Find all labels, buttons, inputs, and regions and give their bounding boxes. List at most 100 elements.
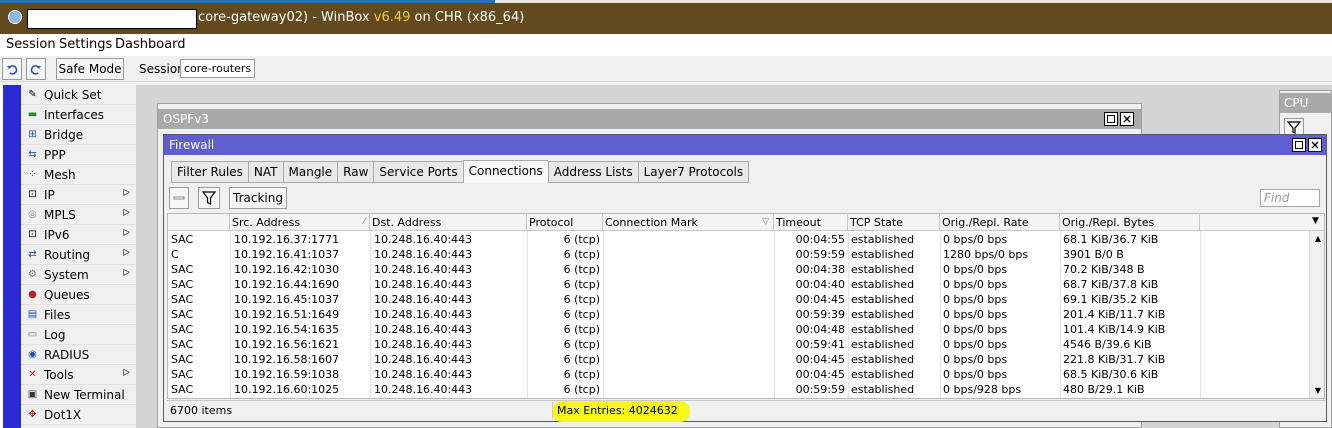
sidebar-item-ip[interactable]: ⊡ IP ᐅ [21,185,136,205]
col-orig-repl-rate[interactable]: Orig./Repl. Rate [940,214,1060,231]
sidebar-item-interfaces[interactable]: ▬ Interfaces [21,105,136,125]
terminal-icon: ▣ [27,389,38,400]
table-row[interactable]: SAC 10.192.16.56:1621 10.248.16.40:443 6 (t… [168,337,1309,352]
sidebar-item-files[interactable]: ▤ Files [21,305,136,325]
session-value[interactable]: core-routers [180,59,256,78]
tab-connections[interactable]: Connections [462,160,548,183]
ospf-restore-button[interactable] [1104,112,1118,126]
firewall-toolbar: Tracking Find [164,187,1326,211]
col-flags[interactable] [168,214,230,231]
column-menu-icon[interactable]: ▼ [1312,216,1319,226]
status-max-entries: Max Entries: 4024632 [557,404,678,417]
scroll-up-icon[interactable]: ▲ [1311,232,1324,246]
cell-protocol: 6 (tcp) [563,338,600,351]
menu-dashboard[interactable]: Dashboard [115,37,186,52]
window-title: core-gateway02) - WinBox v6.49 on CHR (x… [198,10,524,25]
vertical-scrollbar[interactable]: ▲ ▼ [1309,231,1324,398]
col-tcp-state[interactable]: TCP State [848,214,940,231]
tab-service-ports[interactable]: Service Ports [373,161,463,183]
table-row[interactable]: SAC 10.192.16.58:1607 10.248.16.40:443 6 (t… [168,352,1309,367]
redo-icon [30,65,41,75]
gear-icon: ⚙ [28,269,37,280]
sidebar-item-log[interactable]: ▭ Log [21,325,136,345]
close-icon [1123,115,1131,123]
sidebar-item-new-terminal[interactable]: ▣ New Terminal [21,385,136,405]
cell-timeout: 00:04:45 [795,368,845,381]
undo-button[interactable] [2,58,22,80]
safe-mode-button[interactable]: Safe Mode [56,58,124,80]
cell-connection-mark [606,307,770,322]
cell-dst-address: 10.248.16.40:443 [374,308,473,321]
firewall-window[interactable]: Firewall Filter Rules NAT Mangle Raw Ser… [163,134,1327,422]
sidebar-item-routing[interactable]: ⇄ Routing ᐅ [21,245,136,265]
sidebar-item-radius[interactable]: ◉ RADIUS [21,345,136,365]
sidebar-item-mpls[interactable]: ◎ MPLS ᐅ [21,205,136,225]
cell-connection-mark [606,367,770,382]
table-row[interactable]: SAC 10.192.16.42:1030 10.248.16.40:443 6 (t… [168,262,1309,277]
tab-mangle[interactable]: Mangle [282,161,338,183]
col-protocol[interactable]: Protocol [527,214,603,231]
sidebar-item-label: Interfaces [44,107,104,122]
table-row[interactable]: SAC 10.192.16.51:1649 10.248.16.40:443 6 (t… [168,307,1309,322]
col-orig-repl-bytes[interactable]: Orig./Repl. Bytes [1060,214,1200,231]
cell-protocol: 6 (tcp) [563,293,600,306]
ospf-close-button[interactable] [1120,112,1134,126]
scroll-down-icon[interactable]: ▼ [1311,384,1324,398]
cell-orig-repl-bytes: 101.4 KiB/14.9 KiB [1063,323,1166,336]
sidebar-item-mesh[interactable]: ⁘ Mesh [21,165,136,185]
cell-orig-repl-rate: 0 bps/0 bps [943,338,1008,351]
col-src-address[interactable]: Src. Address ⁄ [230,214,370,231]
cell-flags: SAC [171,263,194,276]
cell-orig-repl-bytes: 4546 B/39.6 KiB [1063,338,1152,351]
col-connection-mark[interactable]: Connection Mark ▽ [603,214,774,231]
submenu-arrow-icon: ᐅ [122,248,130,259]
tab-address-lists[interactable]: Address Lists [547,161,638,183]
table-row[interactable]: SAC 10.192.16.45:1037 10.248.16.40:443 6 (t… [168,292,1309,307]
firewall-window-title: Firewall [164,135,1326,155]
cell-orig-repl-bytes: 480 B/29.1 KiB [1063,383,1145,396]
radius-icon: ◉ [28,349,37,360]
cell-orig-repl-bytes: 3901 B/0 B [1063,248,1124,261]
submenu-arrow-icon: ᐅ [122,188,130,199]
table-row[interactable]: SAC 10.192.16.59:1038 10.248.16.40:443 6 (t… [168,367,1309,382]
sidebar-item-label: Tools [44,367,74,382]
sidebar-item-label: IP [44,187,55,202]
main-toolbar: Safe Mode Session: core-routers [0,56,1332,82]
sidebar-item-tools[interactable]: ✕ Tools ᐅ [21,365,136,385]
tab-filter-rules[interactable]: Filter Rules [171,161,248,183]
menu-settings[interactable]: Settings [59,37,112,52]
sidebar-item-bridge[interactable]: ⊞ Bridge [21,125,136,145]
tab-nat[interactable]: NAT [247,161,283,183]
sidebar-item-ppp[interactable]: ⇆ PPP [21,145,136,165]
table-row[interactable]: SAC 10.192.16.54:1635 10.248.16.40:443 6 (t… [168,322,1309,337]
find-input[interactable]: Find [1260,189,1320,207]
cell-connection-mark [606,322,770,337]
table-row[interactable]: SAC 10.192.16.60:1025 10.248.16.40:443 6 (t… [168,382,1309,397]
col-timeout[interactable]: Timeout [774,214,848,231]
cell-dst-address: 10.248.16.40:443 [374,383,473,396]
firewall-close-button[interactable] [1308,138,1322,152]
remove-button[interactable] [169,187,189,209]
sidebar-item-system[interactable]: ⚙ System ᐅ [21,265,136,285]
table-row[interactable]: C 10.192.16.41:1037 10.248.16.40:443 6 (tcp… [168,247,1309,262]
tab-layer7-protocols[interactable]: Layer7 Protocols [637,161,750,183]
menu-session[interactable]: Session [6,37,56,52]
cell-flags: SAC [171,323,194,336]
sidebar-item-label: IPv6 [44,227,70,242]
cell-orig-repl-bytes: 221.8 KiB/31.7 KiB [1063,353,1166,366]
sidebar-item-dot1x[interactable]: ✥ Dot1X [21,405,136,425]
sidebar-item-queues[interactable]: ● Queues [21,285,136,305]
table-row[interactable]: SAC 10.192.16.37:1771 10.248.16.40:443 6 (t… [168,232,1309,247]
tracking-button[interactable]: Tracking [229,187,287,209]
firewall-restore-button[interactable] [1292,138,1306,152]
cell-orig-repl-rate: 1280 bps/0 bps [943,248,1029,261]
sidebar-item-ipv6[interactable]: ⊡ IPv6 ᐅ [21,225,136,245]
redo-button[interactable] [26,58,46,80]
table-row[interactable]: SAC 10.192.16.44:1690 10.248.16.40:443 6 (t… [168,277,1309,292]
filter-button[interactable] [198,187,220,209]
col-dst-address[interactable]: Dst. Address [370,214,527,231]
tab-raw[interactable]: Raw [337,161,374,183]
sidebar-item-quick-set[interactable]: ✎ Quick Set [21,85,136,105]
window-title-bar: core-gateway02) - WinBox v6.49 on CHR (x… [0,0,1332,34]
cell-tcp-state: established [851,353,915,366]
